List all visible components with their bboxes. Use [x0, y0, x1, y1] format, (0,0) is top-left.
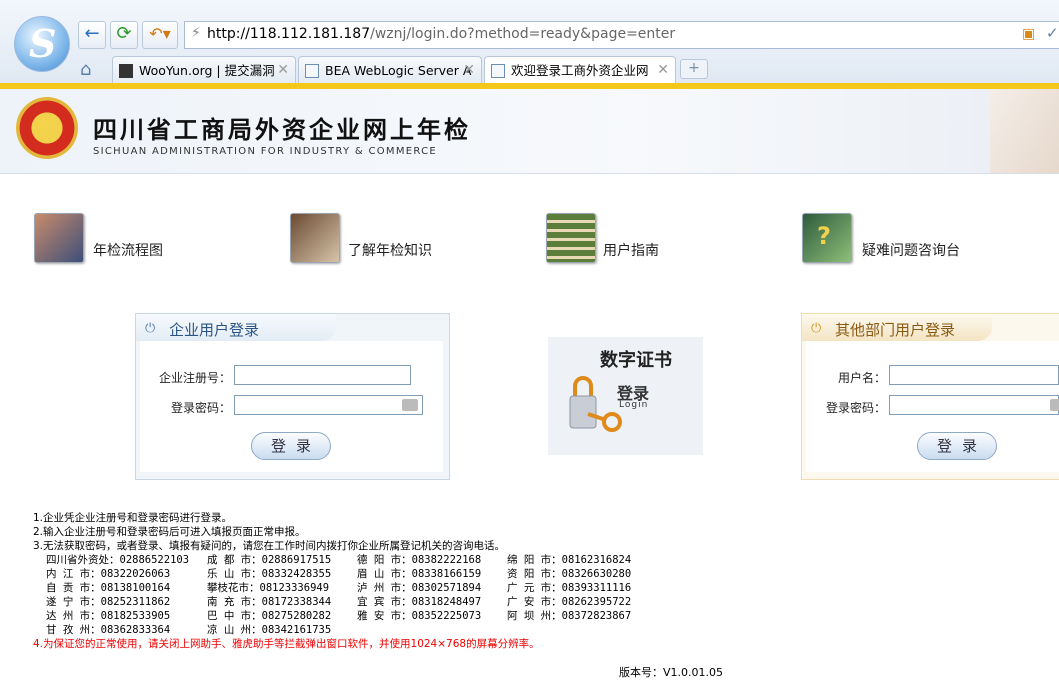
other-password-input[interactable]	[889, 395, 1059, 415]
address-bar[interactable]: ⚡ http://118.112.181.187/wznj/login.do?m…	[184, 21, 1059, 49]
username-input[interactable]	[889, 365, 1059, 385]
phone-entry: 广 元 市：08393311116	[507, 582, 632, 594]
url-text[interactable]: http://118.112.181.187/wznj/login.do?met…	[207, 26, 675, 42]
books-icon[interactable]	[546, 213, 596, 263]
enterprise-password-input[interactable]	[234, 395, 423, 415]
nav-process-chart[interactable]: 年检流程图	[93, 240, 163, 260]
process-chart-icon[interactable]	[34, 213, 84, 263]
close-tab-icon[interactable]: ✕	[463, 57, 475, 84]
phone-entry: 雅 安 市：08352225073	[357, 610, 482, 622]
tab-label: 欢迎登录工商外资企业网	[511, 63, 649, 78]
home-icon[interactable]: ⌂	[80, 59, 91, 80]
phone-entry: 甘 孜 州：08362833364	[46, 624, 171, 636]
phone-entry: 阿 坝 州：08372823867	[507, 610, 632, 622]
url-path: /wznj/login.do?method=ready&page=enter	[370, 26, 676, 42]
panel-header: ⏻ 其他部门用户登录	[802, 314, 992, 341]
phone-entry: 凉 山 州：08342161735	[207, 624, 332, 636]
power-icon: ⏻	[811, 321, 822, 336]
phone-entry: 成 都 市：02886917515	[207, 554, 332, 566]
keyboard-icon[interactable]	[402, 399, 418, 411]
note-3: 3.无法获取密码，或者登录、填报有疑问的，请您在工作时间内拨打你企业所属登记机关…	[33, 540, 506, 552]
other-login-button[interactable]: 登录	[917, 432, 997, 460]
back-icon[interactable]: ←	[78, 21, 106, 49]
url-host: http://118.112.181.187	[207, 26, 371, 42]
site-subtitle: SICHUAN ADMINISTRATION FOR INDUSTRY & CO…	[93, 146, 438, 157]
undo-icon[interactable]: ↶▾	[142, 21, 178, 49]
phone-entry: 乐 山 市：08332428355	[207, 568, 332, 580]
phone-entry: 宜 宾 市：08318248497	[357, 596, 482, 608]
tab-welcome[interactable]: 欢迎登录工商外资企业网 ✕	[484, 56, 676, 85]
extension-icon[interactable]: ▣	[1022, 26, 1035, 42]
reg-number-input[interactable]	[234, 365, 411, 385]
certificate-title: 数字证书	[600, 350, 672, 371]
phone-entry: 遂 宁 市：08252311862	[46, 596, 171, 608]
knowledge-icon[interactable]	[290, 213, 340, 263]
nav-help-desk[interactable]: 疑难问题咨询台	[862, 240, 960, 260]
phone-entry: 绵 阳 市：08162316824	[507, 554, 632, 566]
note-1: 1.企业凭企业注册号和登录密码进行登录。	[33, 512, 233, 524]
phone-entry: 巴 中 市：08275280282	[207, 610, 332, 622]
note-2: 2.输入企业注册号和登录密码后可进入填报页面正常申报。	[33, 526, 306, 538]
reg-number-label: 企业注册号：	[159, 371, 232, 385]
banner-decoration	[990, 89, 1059, 173]
other-password-label: 登录密码：	[826, 401, 887, 415]
key-icon	[587, 412, 622, 432]
enterprise-login-button[interactable]: 登录	[251, 432, 331, 460]
close-tab-icon[interactable]: ✕	[657, 57, 669, 84]
wooyun-favicon-icon	[119, 64, 133, 78]
enterprise-login-title: 企业用户登录	[169, 321, 260, 339]
tab-weblogic[interactable]: BEA WebLogic Server A ✕	[298, 56, 482, 85]
other-dept-login-title: 其他部门用户登录	[835, 321, 956, 339]
phone-entry: 自 贡 市：08138100164	[46, 582, 171, 594]
phone-entry: 泸 州 市：08302571894	[357, 582, 482, 594]
phone-entry: 资 阳 市：08326630280	[507, 568, 632, 580]
close-tab-icon[interactable]: ✕	[277, 57, 289, 84]
page-favicon-icon	[491, 64, 505, 78]
phone-entry: 攀枝花市：08123336949	[207, 582, 330, 594]
phone-entry: 达 州 市：08182533905	[46, 610, 171, 622]
warning-note: 4.为保证您的正常使用，请关闭上网助手、雅虎助手等拦截弹出窗口软件，并使用102…	[33, 638, 540, 650]
new-tab-button[interactable]: +	[680, 59, 708, 79]
question-icon[interactable]: ?	[802, 213, 852, 263]
phone-entry: 广 安 市：08262395722	[507, 596, 632, 608]
browser-chrome: S ← ⟳ ↶▾ ⚡ http://118.112.181.187/wznj/l…	[0, 0, 1059, 86]
certificate-login-en: Login	[619, 400, 649, 410]
nav-knowledge[interactable]: 了解年检知识	[348, 240, 432, 260]
national-emblem-icon: ★	[16, 97, 78, 159]
enterprise-password-label: 登录密码：	[171, 401, 232, 415]
version-number: 版本号：V1.0.01.05	[619, 666, 724, 679]
username-label: 用户名：	[838, 371, 887, 385]
phone-entry: 德 阳 市：08382222168	[357, 554, 482, 566]
tab-label: BEA WebLogic Server A	[325, 63, 472, 78]
keyboard-icon[interactable]	[1050, 399, 1059, 411]
power-icon: ⏻	[145, 321, 156, 336]
nav-user-guide[interactable]: 用户指南	[603, 240, 659, 260]
tab-wooyun[interactable]: WooYun.org | 提交漏洞 ✕	[112, 56, 296, 85]
phone-entry: 四川省外资处：02886522103	[46, 554, 190, 566]
verify-icon[interactable]: ✓	[1046, 24, 1059, 42]
panel-header: ⏻ 企业用户登录	[136, 314, 336, 341]
phone-entry: 眉 山 市：08338166159	[357, 568, 482, 580]
browser-logo-icon: S	[14, 16, 70, 72]
refresh-icon[interactable]: ⟳	[110, 21, 138, 49]
tab-label: WooYun.org | 提交漏洞	[139, 63, 275, 78]
lightning-icon: ⚡	[191, 25, 201, 41]
page-favicon-icon	[305, 64, 319, 78]
phone-entry: 南 充 市：08172338344	[207, 596, 332, 608]
phone-entry: 内 江 市：08322026063	[46, 568, 171, 580]
site-title: 四川省工商局外资企业网上年检	[93, 116, 471, 144]
